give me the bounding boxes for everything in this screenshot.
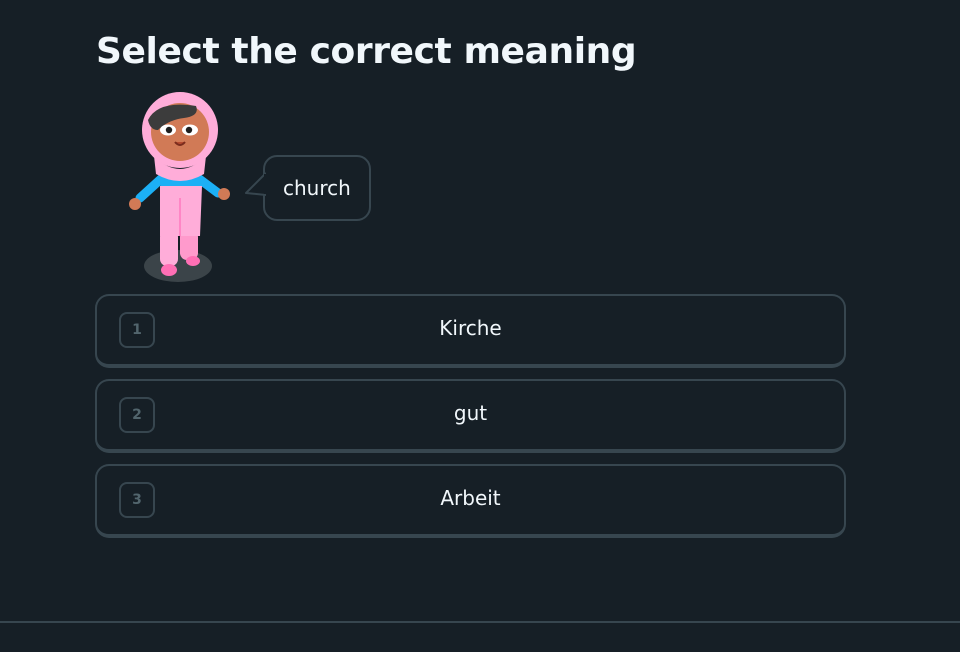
- option-label: gut: [453, 401, 488, 425]
- woman-hijab-character-icon: [118, 90, 242, 286]
- answer-options: 1 Kirche 2 gut 3 Arbeit: [95, 294, 846, 549]
- challenge-title: Select the correct meaning: [96, 31, 637, 72]
- prompt-speech-bubble: church: [245, 155, 371, 221]
- footer-divider: [0, 621, 960, 623]
- option-2[interactable]: 2 gut: [95, 379, 846, 453]
- option-3[interactable]: 3 Arbeit: [95, 464, 846, 538]
- option-label: Kirche: [439, 316, 502, 340]
- option-label: Arbeit: [440, 486, 501, 510]
- speech-bubble-tail-icon: [245, 172, 266, 196]
- prompt-word: church: [283, 176, 351, 200]
- option-1[interactable]: 1 Kirche: [95, 294, 846, 368]
